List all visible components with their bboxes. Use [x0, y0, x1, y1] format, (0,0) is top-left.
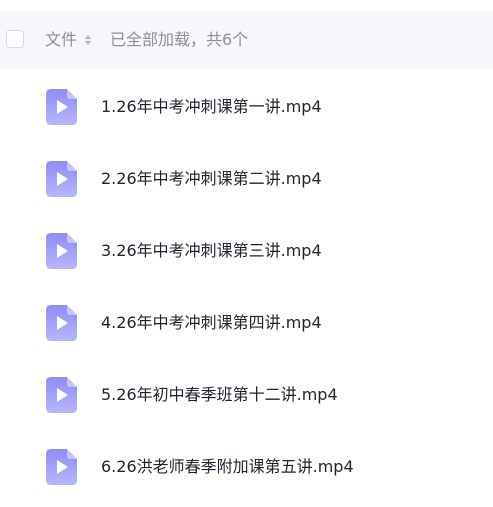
select-all-checkbox[interactable]	[6, 30, 24, 48]
file-name[interactable]: 2.26年中考冲刺课第二讲.mp4	[101, 169, 322, 189]
video-file-icon	[46, 161, 77, 197]
file-name[interactable]: 4.26年中考冲刺课第四讲.mp4	[101, 313, 322, 333]
video-file-icon	[46, 233, 77, 269]
file-name[interactable]: 3.26年中考冲刺课第三讲.mp4	[101, 241, 322, 261]
file-name[interactable]: 1.26年中考冲刺课第一讲.mp4	[101, 97, 322, 117]
file-row[interactable]: 2.26年中考冲刺课第二讲.mp4	[0, 141, 493, 213]
sort-icon[interactable]	[84, 32, 92, 48]
file-row[interactable]: 1.26年中考冲刺课第一讲.mp4	[0, 69, 493, 141]
file-row[interactable]: 4.26年中考冲刺课第四讲.mp4	[0, 285, 493, 357]
file-name[interactable]: 5.26年初中春季班第十二讲.mp4	[101, 385, 338, 405]
file-row[interactable]: 6.26洪老师春季附加课第五讲.mp4	[0, 429, 493, 501]
video-file-icon	[46, 305, 77, 341]
video-file-icon	[46, 377, 77, 413]
file-row[interactable]: 5.26年初中春季班第十二讲.mp4	[0, 357, 493, 429]
file-name[interactable]: 6.26洪老师春季附加课第五讲.mp4	[101, 457, 354, 477]
file-list-header: 文件 已全部加载，共6个	[0, 11, 493, 69]
load-status-text: 已全部加载，共6个	[110, 30, 249, 49]
video-file-icon	[46, 89, 77, 125]
video-file-icon	[46, 449, 77, 485]
column-header-file[interactable]: 文件	[45, 30, 77, 50]
file-row[interactable]: 3.26年中考冲刺课第三讲.mp4	[0, 213, 493, 285]
